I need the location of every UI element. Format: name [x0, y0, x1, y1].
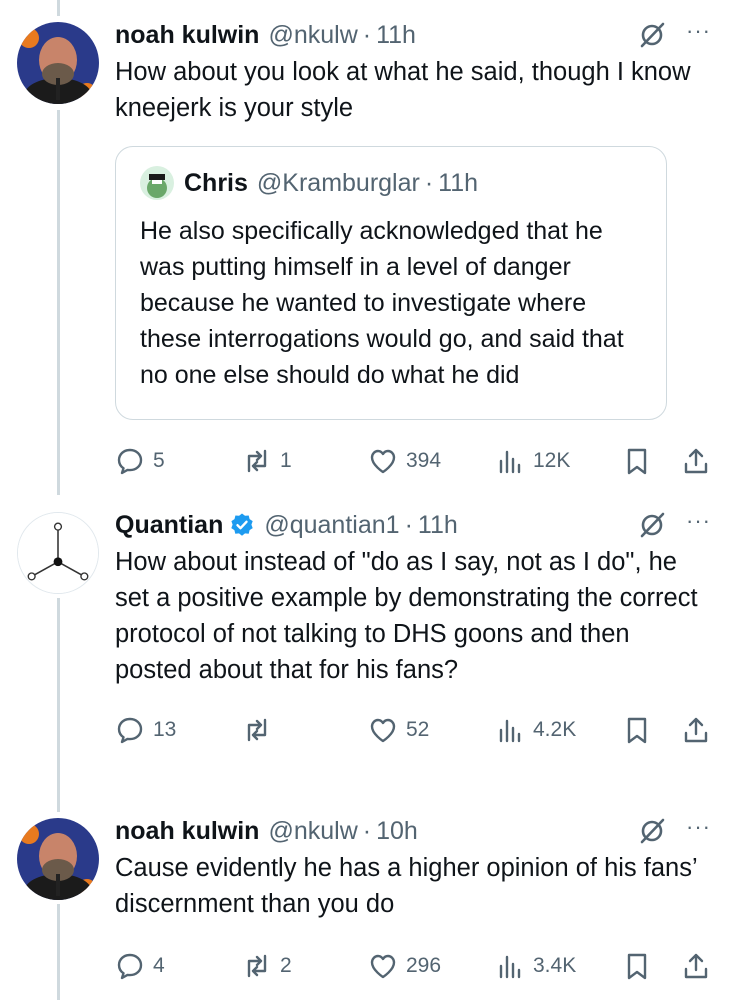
bookmark-button[interactable]	[622, 710, 652, 750]
like-count: 296	[406, 954, 442, 977]
repost-count: 2	[280, 954, 292, 977]
author-handle[interactable]: @nkulw	[268, 817, 357, 846]
tweet-header: noah kulwin @nkulw · 10h	[115, 814, 711, 848]
separator: ·	[424, 168, 434, 197]
more-options-icon[interactable]: ···	[686, 508, 711, 534]
bookmark-button[interactable]	[622, 946, 652, 986]
like-icon	[370, 954, 396, 979]
tweet-header: Quantian @quantian1 · 11h	[115, 508, 711, 542]
bookmark-button[interactable]	[622, 441, 652, 481]
avatar[interactable]	[17, 818, 99, 900]
tweet-content: noah kulwin @nkulw · 10h ··· Cause evide…	[115, 814, 711, 986]
separator: ·	[362, 816, 372, 845]
separator: ·	[404, 510, 413, 539]
views-count: 3.4K	[533, 954, 577, 977]
more-options-icon[interactable]: ···	[686, 18, 711, 44]
views-icon	[499, 719, 521, 743]
reply-count: 13	[153, 718, 177, 741]
reply-button[interactable]: 5	[115, 441, 165, 481]
like-button[interactable]: 52	[368, 710, 429, 750]
like-count: 394	[406, 449, 442, 472]
views-count: 12K	[533, 449, 571, 472]
repost-button[interactable]: 1	[242, 441, 292, 481]
quoted-author-handle[interactable]: @Kramburglar	[257, 169, 420, 198]
tweet-header: noah kulwin @nkulw · 11h	[115, 18, 711, 52]
repost-count: 1	[280, 449, 292, 472]
reply-button[interactable]: 4	[115, 946, 165, 986]
grok-icon[interactable]	[637, 510, 667, 540]
author-handle[interactable]: @quantian1	[264, 511, 399, 540]
tweet-content: noah kulwin @nkulw · 11h ··· How about y…	[115, 18, 711, 481]
tweet[interactable]: noah kulwin @nkulw · 10h ··· Cause evide…	[0, 796, 733, 1000]
like-icon	[370, 449, 396, 474]
verified-badge-icon	[231, 513, 254, 536]
share-icon	[684, 953, 708, 979]
quoted-avatar[interactable]	[140, 166, 174, 200]
timestamp[interactable]: 11h	[418, 511, 458, 540]
bookmark-icon	[627, 717, 647, 744]
bookmark-icon	[627, 448, 647, 475]
author-name[interactable]: noah kulwin	[115, 21, 259, 50]
views-count: 4.2K	[533, 718, 577, 741]
tweet-content: Quantian @quantian1 · 11h ··· How about …	[115, 508, 711, 750]
share-button[interactable]	[681, 441, 711, 481]
views-button[interactable]: 4.2K	[495, 710, 576, 750]
quoted-tweet[interactable]: Chris @Kramburglar · 11h He also specifi…	[115, 146, 667, 420]
author-name[interactable]: Quantian	[115, 511, 223, 540]
tweet[interactable]: Quantian @quantian1 · 11h ··· How about …	[0, 490, 733, 795]
quoted-author-name[interactable]: Chris	[184, 169, 248, 198]
reply-button[interactable]: 13	[115, 710, 176, 750]
avatar[interactable]	[17, 22, 99, 104]
author-handle[interactable]: @nkulw	[268, 21, 357, 50]
views-button[interactable]: 3.4K	[495, 946, 576, 986]
author-name[interactable]: noah kulwin	[115, 817, 259, 846]
repost-button[interactable]	[242, 710, 280, 750]
tweet-text: How about you look at what he said, thou…	[115, 58, 691, 122]
repost-icon	[247, 954, 267, 978]
reply-count: 5	[153, 449, 165, 472]
share-icon	[684, 717, 708, 743]
like-count: 52	[406, 718, 430, 741]
share-button[interactable]	[681, 946, 711, 986]
grok-icon[interactable]	[637, 20, 667, 50]
bookmark-icon	[627, 953, 647, 980]
avatar[interactable]	[17, 512, 99, 594]
like-button[interactable]: 296	[368, 946, 441, 986]
action-bar: 13 52 4.2K	[115, 710, 711, 750]
separator: ·	[362, 20, 372, 49]
quoted-tweet-text: He also specifically acknowledged that h…	[140, 217, 624, 389]
action-bar: 4 2 296 3.4K	[115, 946, 711, 986]
like-icon	[370, 718, 396, 743]
action-bar: 5 1 394 12K	[115, 441, 711, 481]
reply-icon	[117, 953, 143, 980]
like-button[interactable]: 394	[368, 441, 441, 481]
repost-icon	[247, 718, 267, 742]
quoted-tweet-header: Chris @Kramburglar · 11h	[140, 166, 644, 200]
tweet[interactable]: noah kulwin @nkulw · 11h ··· How about y…	[0, 0, 733, 490]
reply-icon	[117, 448, 143, 475]
views-icon	[499, 450, 521, 474]
repost-button[interactable]: 2	[242, 946, 292, 986]
quoted-timestamp: 11h	[438, 168, 479, 197]
timestamp[interactable]: 10h	[376, 817, 418, 846]
grok-icon[interactable]	[637, 816, 667, 846]
more-options-icon[interactable]: ···	[686, 814, 711, 840]
reply-icon	[117, 717, 143, 744]
timestamp[interactable]: 11h	[376, 21, 416, 50]
share-button[interactable]	[681, 710, 711, 750]
views-icon	[499, 955, 521, 979]
views-button[interactable]: 12K	[495, 441, 570, 481]
tweet-text: Cause evidently he has a higher opinion …	[115, 854, 697, 918]
tweet-text: How about instead of "do as I say, not a…	[115, 548, 698, 684]
share-icon	[684, 448, 708, 474]
repost-icon	[247, 449, 267, 473]
reply-count: 4	[153, 954, 165, 977]
